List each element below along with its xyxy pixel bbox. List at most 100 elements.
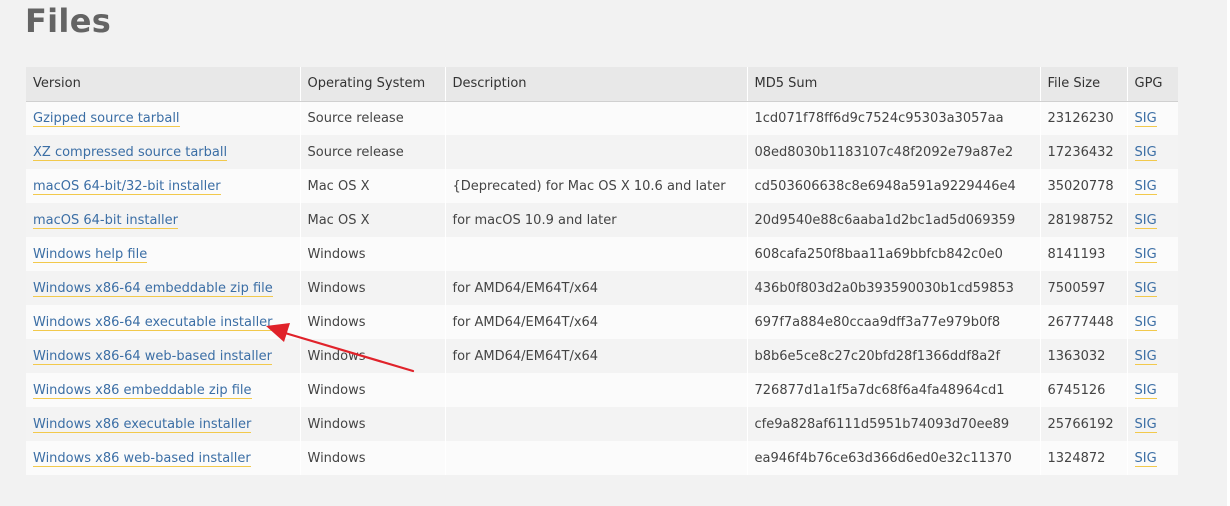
table-row: macOS 64-bit installer Mac OS X for macO… — [26, 203, 1178, 237]
file-size-cell: 6745126 — [1040, 373, 1128, 407]
version-cell: Windows x86 web-based installer — [26, 441, 301, 475]
file-size-cell: 1363032 — [1040, 339, 1128, 373]
description-cell — [445, 101, 748, 135]
description-cell — [445, 373, 748, 407]
download-link[interactable]: macOS 64-bit/32-bit installer — [33, 178, 221, 195]
os-cell: Windows — [300, 305, 446, 339]
os-cell: Mac OS X — [300, 203, 446, 237]
os-cell: Windows — [300, 237, 446, 271]
md5-cell: 726877d1a1f5a7dc68f6a4fa48964cd1 — [747, 373, 1041, 407]
description-cell — [445, 407, 748, 441]
file-size-cell: 7500597 — [1040, 271, 1128, 305]
table-row: macOS 64-bit/32-bit installer Mac OS X {… — [26, 169, 1178, 203]
gpg-cell: SIG — [1127, 373, 1178, 407]
version-cell: Windows help file — [26, 237, 301, 271]
sig-link[interactable]: SIG — [1134, 212, 1157, 229]
version-cell: Windows x86 embeddable zip file — [26, 373, 301, 407]
description-cell — [445, 135, 748, 169]
gpg-cell: SIG — [1127, 101, 1178, 135]
sig-link[interactable]: SIG — [1134, 416, 1157, 433]
sig-link[interactable]: SIG — [1134, 280, 1157, 297]
sig-link[interactable]: SIG — [1134, 246, 1157, 263]
description-cell — [445, 441, 748, 475]
gpg-cell: SIG — [1127, 441, 1178, 475]
header-row: Version Operating System Description MD5… — [26, 67, 1178, 102]
download-link[interactable]: Windows x86-64 web-based installer — [33, 348, 272, 365]
os-cell: Mac OS X — [300, 169, 446, 203]
column-header-version: Version — [26, 67, 301, 102]
md5-cell: cd503606638c8e6948a591a9229446e4 — [747, 169, 1041, 203]
version-cell: Windows x86-64 web-based installer — [26, 339, 301, 373]
version-cell: Windows x86-64 embeddable zip file — [26, 271, 301, 305]
download-link[interactable]: Windows x86-64 executable installer — [33, 314, 273, 331]
version-cell: Windows x86 executable installer — [26, 407, 301, 441]
version-cell: Gzipped source tarball — [26, 101, 301, 135]
sig-link[interactable]: SIG — [1134, 178, 1157, 195]
download-link[interactable]: Windows x86 embeddable zip file — [33, 382, 252, 399]
file-size-cell: 23126230 — [1040, 101, 1128, 135]
md5-cell: 608cafa250f8baa11a69bbfcb842c0e0 — [747, 237, 1041, 271]
download-link[interactable]: macOS 64-bit installer — [33, 212, 178, 229]
download-link[interactable]: Gzipped source tarball — [33, 110, 180, 127]
download-link[interactable]: Windows help file — [33, 246, 148, 263]
download-link[interactable]: Windows x86 executable installer — [33, 416, 252, 433]
table-row: XZ compressed source tarball Source rele… — [26, 135, 1178, 169]
md5-cell: 1cd071f78ff6d9c7524c95303a3057aa — [747, 101, 1041, 135]
page-title: Files — [25, 2, 112, 40]
file-size-cell: 17236432 — [1040, 135, 1128, 169]
column-header-md5-sum: MD5 Sum — [747, 67, 1041, 102]
table-row: Windows help file Windows 608cafa250f8ba… — [26, 237, 1178, 271]
md5-cell: 436b0f803d2a0b393590030b1cd59853 — [747, 271, 1041, 305]
sig-link[interactable]: SIG — [1134, 314, 1157, 331]
file-size-cell: 25766192 — [1040, 407, 1128, 441]
table-row: Windows x86-64 embeddable zip file Windo… — [26, 271, 1178, 305]
table-row: Windows x86-64 executable installer Wind… — [26, 305, 1178, 339]
column-header-file-size: File Size — [1040, 67, 1128, 102]
gpg-cell: SIG — [1127, 407, 1178, 441]
gpg-cell: SIG — [1127, 135, 1178, 169]
gpg-cell: SIG — [1127, 203, 1178, 237]
sig-link[interactable]: SIG — [1134, 144, 1157, 161]
version-cell: XZ compressed source tarball — [26, 135, 301, 169]
md5-cell: 20d9540e88c6aaba1d2bc1ad5d069359 — [747, 203, 1041, 237]
gpg-cell: SIG — [1127, 305, 1178, 339]
file-size-cell: 26777448 — [1040, 305, 1128, 339]
description-cell: for AMD64/EM64T/x64 — [445, 339, 748, 373]
os-cell: Windows — [300, 339, 446, 373]
description-cell: for AMD64/EM64T/x64 — [445, 271, 748, 305]
gpg-cell: SIG — [1127, 169, 1178, 203]
os-cell: Windows — [300, 271, 446, 305]
sig-link[interactable]: SIG — [1134, 450, 1157, 467]
os-cell: Windows — [300, 373, 446, 407]
files-table: Version Operating System Description MD5… — [26, 67, 1178, 475]
file-size-cell: 8141193 — [1040, 237, 1128, 271]
table-row: Windows x86-64 web-based installer Windo… — [26, 339, 1178, 373]
table-row: Windows x86 executable installer Windows… — [26, 407, 1178, 441]
column-header-description: Description — [445, 67, 748, 102]
column-header-gpg: GPG — [1127, 67, 1178, 102]
md5-cell: ea946f4b76ce63d366d6ed0e32c11370 — [747, 441, 1041, 475]
os-cell: Windows — [300, 407, 446, 441]
sig-link[interactable]: SIG — [1134, 382, 1157, 399]
download-link[interactable]: Windows x86-64 embeddable zip file — [33, 280, 273, 297]
column-header-operating-system: Operating System — [300, 67, 446, 102]
table-row: Gzipped source tarball Source release 1c… — [26, 101, 1178, 135]
download-link[interactable]: Windows x86 web-based installer — [33, 450, 251, 467]
download-link[interactable]: XZ compressed source tarball — [33, 144, 228, 161]
file-size-cell: 1324872 — [1040, 441, 1128, 475]
md5-cell: 697f7a884e80ccaa9dff3a77e979b0f8 — [747, 305, 1041, 339]
version-cell: macOS 64-bit installer — [26, 203, 301, 237]
md5-cell: b8b6e5ce8c27c20bfd28f1366ddf8a2f — [747, 339, 1041, 373]
files-table-body: Gzipped source tarball Source release 1c… — [26, 101, 1178, 475]
sig-link[interactable]: SIG — [1134, 348, 1157, 365]
table-row: Windows x86 web-based installer Windows … — [26, 441, 1178, 475]
version-cell: macOS 64-bit/32-bit installer — [26, 169, 301, 203]
os-cell: Source release — [300, 135, 446, 169]
gpg-cell: SIG — [1127, 339, 1178, 373]
sig-link[interactable]: SIG — [1134, 110, 1157, 127]
md5-cell: cfe9a828af6111d5951b74093d70ee89 — [747, 407, 1041, 441]
os-cell: Windows — [300, 441, 446, 475]
file-size-cell: 28198752 — [1040, 203, 1128, 237]
os-cell: Source release — [300, 101, 446, 135]
description-cell — [445, 237, 748, 271]
